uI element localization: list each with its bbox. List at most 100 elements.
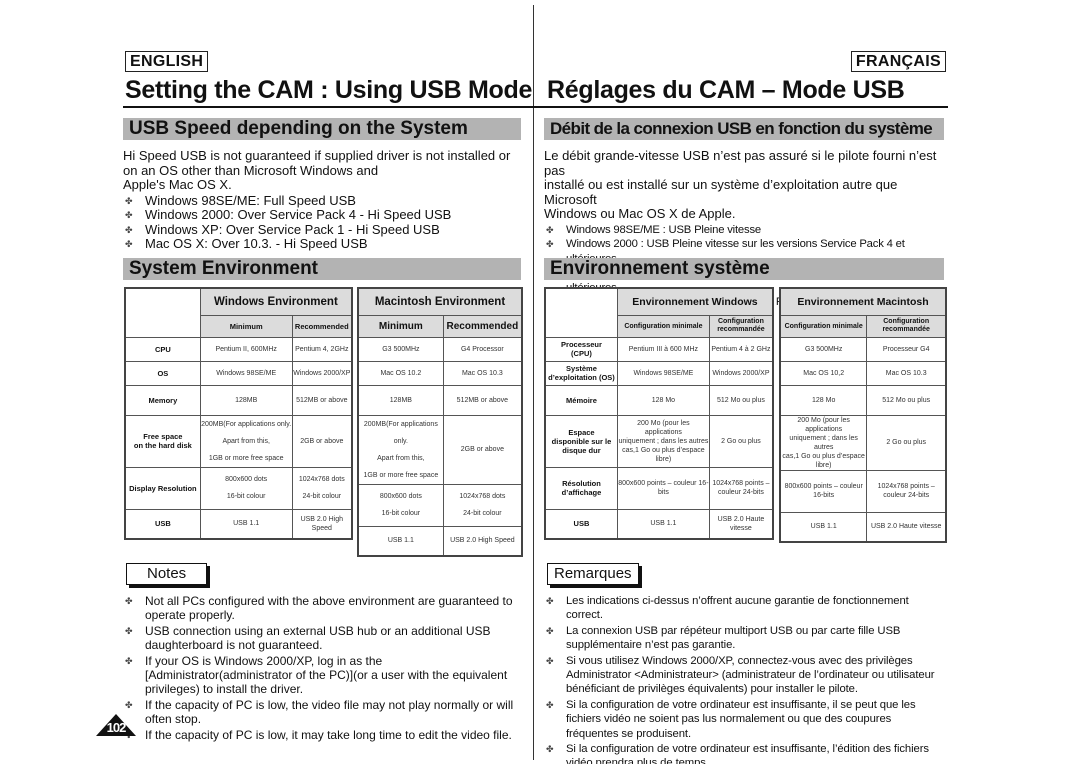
recommended-cell: Pentium 4 à 2 GHz bbox=[708, 336, 774, 362]
table-row: USB USB 1.1 USB 2.0 Haute vitesse bbox=[544, 508, 774, 540]
bullet-icon: ✤ bbox=[125, 699, 133, 710]
minimum-cell: 800x600 dots 16-bit colour bbox=[357, 483, 444, 527]
minimum-header: Minimum bbox=[199, 314, 293, 338]
recommended-header: Configuration recommandée bbox=[708, 314, 774, 338]
table-row: Mac OS 10.2 Mac OS 10.3 bbox=[357, 360, 523, 386]
notes-list: ✤ Les indications ci-dessus n’offrent auc… bbox=[544, 594, 946, 764]
minimum-cell: Mac OS 10.2 bbox=[357, 360, 444, 386]
row-label: Processeur (CPU) bbox=[544, 336, 618, 362]
table-row: 128 Mo 512 Mo ou plus bbox=[779, 384, 947, 416]
minimum-cell: 128MB bbox=[199, 384, 293, 416]
minimum-cell: 800x600 dots 16-bit colour bbox=[199, 466, 293, 510]
column-divider bbox=[533, 5, 534, 760]
recommended-cell: Processeur G4 bbox=[866, 336, 947, 362]
mac-environment-table: Macintosh Environment Minimum Recommended… bbox=[357, 287, 523, 557]
row-label: CPU bbox=[124, 336, 201, 362]
minimum-header: Configuration minimale bbox=[779, 314, 868, 338]
table-row: 800x600 points – couleur 16-bits 1024x768 … bbox=[779, 469, 947, 513]
table-row: CPU Pentium II, 600MHz Pentium 4, 2GHz bbox=[124, 336, 353, 362]
table-row: Mac OS 10,2 Mac OS 10.3 bbox=[779, 360, 947, 386]
list-item: ✤ If your OS is Windows 2000/XP, log in a… bbox=[125, 653, 508, 697]
recommended-cell: 1024x768 points – couleur 24-bits bbox=[866, 469, 947, 513]
minimum-cell: USB 1.1 bbox=[779, 511, 868, 543]
row-label: Free space on the hard disk bbox=[124, 414, 201, 468]
list-item: ✤ Windows 98SE/ME: Full Speed USB bbox=[125, 192, 356, 208]
mac-header: Macintosh Environment bbox=[357, 287, 523, 316]
list-item: ✤ Si la configuration de votre ordinateur… bbox=[546, 698, 916, 740]
minimum-cell: 200 Mo (pour les applications uniquement … bbox=[779, 414, 868, 471]
table-row: Système d’exploitation (OS) Windows 98SE/M… bbox=[544, 360, 774, 386]
recommended-cell: 512MB or above bbox=[291, 384, 353, 416]
row-label: Système d’exploitation (OS) bbox=[544, 360, 618, 386]
list-item: ✤ Windows 2000: Over Service Pack 4 - Hi … bbox=[125, 207, 452, 222]
intro-line: Windows ou Mac OS X de Apple. bbox=[544, 206, 736, 221]
row-label: OS bbox=[124, 360, 201, 386]
table-row: 800x600 dots 16-bit colour 1024x768 dots 24… bbox=[357, 483, 523, 527]
page-title: Setting the CAM : Using USB Mode bbox=[125, 76, 533, 104]
table-row: Espace disponible sur le disque dur 200 Mo … bbox=[544, 414, 774, 468]
recommended-cell: 2 Go ou plus bbox=[866, 414, 947, 471]
page-number-badge: 102 bbox=[96, 714, 136, 736]
windows-header: Environnement Windows bbox=[616, 287, 774, 316]
row-label: Memory bbox=[124, 384, 201, 416]
row-label: Résolution d’affichage bbox=[544, 466, 618, 510]
recommended-cell: USB 2.0 High Speed bbox=[291, 508, 353, 540]
list-item: ✤ Si la configuration de votre ordinateur… bbox=[546, 743, 929, 764]
language-tag: ENGLISH bbox=[125, 51, 209, 72]
recommended-cell: Windows 2000/XP bbox=[291, 360, 353, 386]
table-row: G3 500MHz G4 Processor bbox=[357, 336, 523, 362]
minimum-cell: 128MB bbox=[357, 384, 444, 416]
recommended-cell: USB 2.0 Haute vitesse bbox=[866, 511, 947, 543]
bullet-icon: ✤ bbox=[546, 596, 554, 606]
table-row: G3 500MHz Processeur G4 bbox=[779, 336, 947, 362]
recommended-cell: Mac OS 10.3 bbox=[866, 360, 947, 386]
bullet-icon: ✤ bbox=[125, 625, 133, 636]
table-row: 200 Mo (pour les applications uniquement … bbox=[779, 414, 947, 471]
minimum-cell: Windows 98SE/ME bbox=[616, 360, 710, 386]
minimum-cell: USB 1.1 bbox=[199, 508, 293, 540]
list-item: ✤ USB connection using an external USB hu… bbox=[125, 623, 491, 653]
minimum-cell: Windows 98SE/ME bbox=[199, 360, 293, 386]
bullet-icon: ✤ bbox=[125, 239, 133, 249]
recommended-cell: 512MB or above bbox=[442, 384, 523, 416]
table-row: Free space on the hard disk 200MB(For appl… bbox=[124, 414, 353, 468]
recommended-cell: 1024x768 dots 24-bit colour bbox=[291, 466, 353, 510]
row-label: USB bbox=[544, 508, 618, 540]
section-title-usb-speed: USB Speed depending on the System bbox=[123, 118, 521, 140]
list-item: ✤ Si vous utilisez Windows 2000/XP, conne… bbox=[546, 654, 935, 696]
table-row: Processeur (CPU) Pentium III à 600 MHz Pent… bbox=[544, 336, 774, 362]
minimum-cell: 128 Mo bbox=[779, 384, 868, 416]
recommended-cell: 1024x768 dots 24-bit colour bbox=[442, 483, 523, 527]
language-tag: FRANÇAIS bbox=[850, 51, 946, 72]
minimum-header: Minimum bbox=[357, 314, 444, 338]
intro-line: Le débit grande-vitesse USB n’est pas as… bbox=[544, 148, 937, 178]
section-title-system-environment: System Environment bbox=[123, 258, 521, 280]
recommended-cell: USB 2.0 High Speed bbox=[442, 525, 523, 557]
table-row: USB 1.1 USB 2.0 Haute vitesse bbox=[779, 511, 947, 543]
recommended-cell: Windows 2000/XP bbox=[708, 360, 774, 386]
list-item: ✤ La connexion USB par répéteur multiport… bbox=[546, 624, 901, 652]
bullet-icon: ✤ bbox=[546, 699, 554, 710]
section-title-usb-speed: Débit de la connexion USB en fonction du… bbox=[544, 118, 944, 140]
usb-speed-intro: Hi Speed USB is not guaranteed if suppli… bbox=[123, 148, 523, 252]
minimum-cell: 128 Mo bbox=[616, 384, 710, 416]
list-item: ✤ If the capacity of PC is low, the video… bbox=[125, 697, 514, 727]
usb-speed-intro: Le débit grande-vitesse USB n’est pas as… bbox=[544, 148, 944, 310]
bullet-icon: ✤ bbox=[125, 210, 133, 220]
windows-environment-table: Environnement Windows Configuration mini… bbox=[544, 287, 774, 540]
title-rule bbox=[533, 106, 948, 108]
blank-corner bbox=[124, 287, 201, 338]
bullet-icon: ✤ bbox=[546, 239, 554, 249]
list-item: ✤ Windows XP: Over Service Pack 1 - Hi Sp… bbox=[125, 221, 440, 237]
list-item: ✤ Mac OS X: Over 10.3. - Hi Speed USB bbox=[125, 236, 368, 251]
minimum-cell: Pentium III à 600 MHz bbox=[616, 336, 710, 362]
blank-corner bbox=[544, 287, 618, 338]
bullet-icon: ✤ bbox=[546, 655, 554, 666]
bullet-icon: ✤ bbox=[125, 655, 133, 666]
notes-label: Notes bbox=[126, 563, 208, 585]
bullet-icon: ✤ bbox=[546, 744, 554, 755]
recommended-header: Configuration recommandée bbox=[866, 314, 947, 338]
list-item: ✤ Not all PCs configured with the above e… bbox=[125, 594, 513, 623]
table-row: 128MB 512MB or above bbox=[357, 384, 523, 416]
section-title-system-environment: Environnement système bbox=[544, 258, 944, 280]
